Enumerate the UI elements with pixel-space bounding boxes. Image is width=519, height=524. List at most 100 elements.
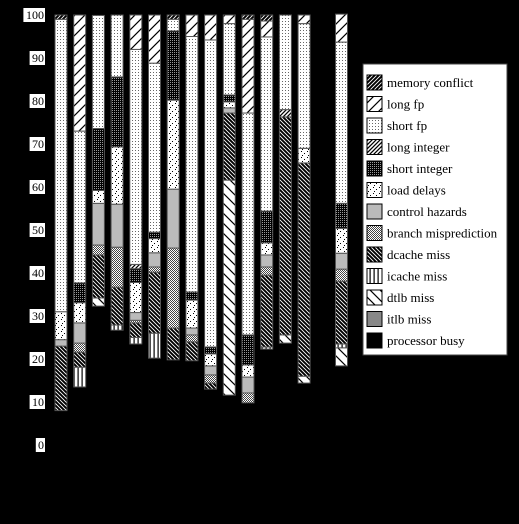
legend-label: load delays	[387, 183, 446, 198]
bar-segment-dcache-miss	[54, 345, 68, 412]
bar-segment-short-fp	[241, 112, 255, 336]
bar-segment-memory-conflict	[54, 14, 68, 20]
y-tick-label: 0	[35, 438, 45, 452]
legend-swatch	[366, 311, 383, 327]
bar-segment-icache-miss	[73, 366, 87, 388]
bar-segment-dcache-miss	[110, 286, 124, 326]
bar-segment-branch-misprediction	[91, 244, 105, 256]
bar-segment-short-fp	[297, 23, 311, 149]
bar-segment-control-hazards	[260, 254, 274, 268]
bar-segment-long-fp	[335, 13, 348, 43]
bar-12	[260, 14, 274, 445]
bar-segment-dtlb-miss	[222, 179, 236, 396]
bar-segment-short-fp	[54, 18, 68, 313]
bar-segment-branch-misprediction	[148, 266, 161, 273]
bar-segment-icache-miss	[148, 332, 161, 359]
bar-segment-icache-miss	[129, 337, 143, 345]
legend-label: short integer	[387, 161, 453, 176]
legend-item-processor-busy: processor busy	[366, 332, 465, 349]
bar-segment-short-fp	[148, 62, 161, 233]
legend-label: processor busy	[387, 333, 465, 348]
bar-segment-dcache-miss	[260, 274, 274, 348]
svg-text:0: 0	[38, 438, 44, 452]
bar-segment-processor-busy	[316, 15, 329, 445]
bar-segment-branch-misprediction	[204, 374, 218, 384]
svg-text:30: 30	[32, 309, 44, 323]
bar-segment-short-integer	[129, 268, 143, 283]
bar-segment-long-fp	[204, 14, 218, 41]
bar-segment-long-fp	[260, 20, 274, 38]
bar-segment-processor-busy	[204, 389, 217, 445]
bar-segment-dtlb-miss	[91, 297, 105, 307]
legend-swatch	[366, 203, 383, 220]
legend-label: long fp	[387, 97, 424, 112]
bar-segment-processor-busy	[185, 360, 198, 445]
bar-segment-long-integer	[129, 263, 143, 270]
bar-segment-load-delays	[185, 299, 199, 329]
y-axis: 0 10 20 30 40 50 60 70 80 90 100	[23, 8, 45, 452]
bar-segment-dcache-miss	[91, 254, 105, 299]
legend-item-itlb-miss: itlb miss	[366, 311, 431, 327]
bar-segment-long-fp	[148, 14, 161, 64]
legend-item-long-integer: long integer	[366, 139, 450, 155]
legend-label: itlb miss	[387, 312, 431, 327]
bar-segment-short-integer	[110, 76, 124, 148]
bar-segment-short-fp	[73, 130, 87, 284]
bar-4	[110, 14, 124, 445]
legend-label: icache miss	[387, 269, 447, 284]
legend-label: dcache miss	[387, 247, 450, 262]
bar-segment-control-hazards	[185, 327, 199, 336]
bar-segment-processor-busy	[55, 410, 67, 445]
bar-segment-dcache-miss	[129, 322, 143, 339]
bar-segment-dcache-miss	[148, 271, 161, 334]
stacked-bar-chart: 0 10 20 30 40 50 60 70 80 90 100 memory conflict lo…	[23, 8, 508, 452]
bar-segment-control-hazards	[129, 312, 143, 321]
y-tick-label: 20	[29, 352, 45, 366]
legend-item-branch-misprediction: branch misprediction	[366, 225, 498, 241]
legend-label: dtlb miss	[387, 290, 434, 305]
bar-segment-load-delays	[110, 146, 124, 205]
bar-segment-control-hazards	[54, 339, 68, 347]
y-tick-label: 100	[23, 8, 45, 22]
bar-segment-control-hazards	[148, 252, 161, 268]
svg-text:80: 80	[32, 94, 44, 108]
y-tick-label: 70	[29, 137, 45, 151]
bar-segment-branch-misprediction	[241, 392, 255, 404]
bar-segment-short-fp	[129, 48, 143, 265]
bar-segment-processor-busy	[223, 395, 236, 445]
legend-swatch	[366, 268, 383, 284]
bar-segment-dcache-miss	[185, 341, 199, 362]
bar-segment-branch-misprediction	[185, 334, 199, 343]
bar-segment-processor-busy	[242, 402, 254, 445]
legend-label: control hazards	[387, 204, 467, 219]
bar-segment-load-delays	[260, 242, 274, 256]
bar-segment-processor-busy	[111, 330, 124, 445]
bar-segment-load-delays	[204, 353, 218, 367]
bar-segment-load-delays	[129, 281, 143, 314]
legend: memory conflict long fp short fp long integ…	[362, 63, 508, 356]
bar-segment-dcache-miss	[166, 327, 180, 361]
svg-text:100: 100	[26, 8, 44, 22]
bar-segment-dtlb-miss	[297, 375, 311, 384]
bar-segment-short-fp	[278, 14, 292, 111]
y-tick-label: 30	[29, 309, 45, 323]
bar-segment-control-hazards	[204, 365, 218, 376]
bar-15	[316, 15, 329, 445]
legend-label: short fp	[387, 118, 427, 133]
legend-item-load-delays: load delays	[366, 182, 446, 198]
bar-segment-short-fp	[260, 36, 274, 212]
bar-segment-short-integer	[335, 202, 348, 229]
bar-segment-dtlb-miss	[335, 347, 348, 367]
bar-13	[278, 14, 292, 445]
bar-segment-dcache-miss	[73, 351, 87, 368]
legend-item-short-integer: short integer	[366, 160, 453, 177]
bar-segment-short-integer	[185, 291, 199, 301]
bar-segment-load-delays	[54, 311, 68, 341]
y-tick-label: 10	[29, 395, 45, 409]
bar-segment-short-fp	[204, 39, 218, 348]
legend-item-dcache-miss: dcache miss	[366, 246, 450, 263]
bar-segment-load-delays	[297, 147, 311, 164]
svg-text:50: 50	[32, 223, 44, 237]
legend-label: memory conflict	[387, 75, 474, 90]
legend-swatch	[366, 117, 383, 134]
